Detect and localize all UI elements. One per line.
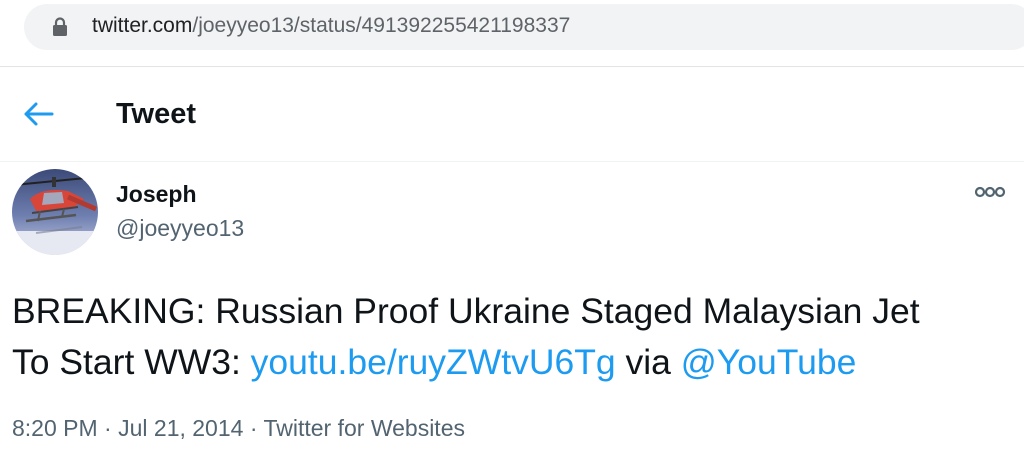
lock-icon[interactable]: [52, 17, 68, 37]
url-text[interactable]: twitter.com/joeyyeo13/status/49139225542…: [92, 13, 570, 39]
tweet-time[interactable]: 8:20 PM: [12, 415, 98, 441]
url-host: twitter.com: [92, 14, 193, 37]
youtube-link[interactable]: youtu.be/ruyZWtvU6Tg: [251, 342, 616, 382]
tweet-text: BREAKING: Russian Proof Ukraine Staged M…: [12, 286, 1012, 388]
helicopter-avatar: [12, 169, 98, 255]
tweet-text-line-2: To Start WW3: youtu.be/ruyZWtvU6Tg via @…: [12, 337, 1012, 388]
url-path: /joeyyeo13/status/491392255421198337: [192, 14, 571, 37]
tweet-date[interactable]: Jul 21, 2014: [118, 415, 243, 441]
header-divider: [0, 161, 1024, 162]
page-title: Tweet: [116, 98, 197, 130]
tweet-text-prefix: To Start WW3:: [12, 342, 251, 382]
author-display-name[interactable]: Joseph: [116, 180, 197, 208]
tweet-text-line-1: BREAKING: Russian Proof Ukraine Staged M…: [12, 291, 920, 331]
via-text: via: [615, 342, 681, 382]
tweet-source[interactable]: Twitter for Websites: [263, 415, 465, 441]
browser-address-bar: twitter.com/joeyyeo13/status/49139225542…: [0, 0, 1024, 66]
more-options-icon[interactable]: [972, 184, 1008, 200]
author-handle[interactable]: @joeyyeo13: [116, 214, 244, 242]
avatar[interactable]: [12, 169, 98, 255]
meta-separator: ·: [243, 415, 264, 441]
meta-separator: ·: [97, 415, 119, 441]
page-header: Tweet: [0, 67, 1024, 161]
youtube-mention[interactable]: @YouTube: [681, 342, 857, 382]
tweet-meta: 8:20 PM · Jul 21, 2014 · Twitter for Web…: [12, 414, 465, 442]
arrow-left-icon[interactable]: [22, 99, 56, 129]
